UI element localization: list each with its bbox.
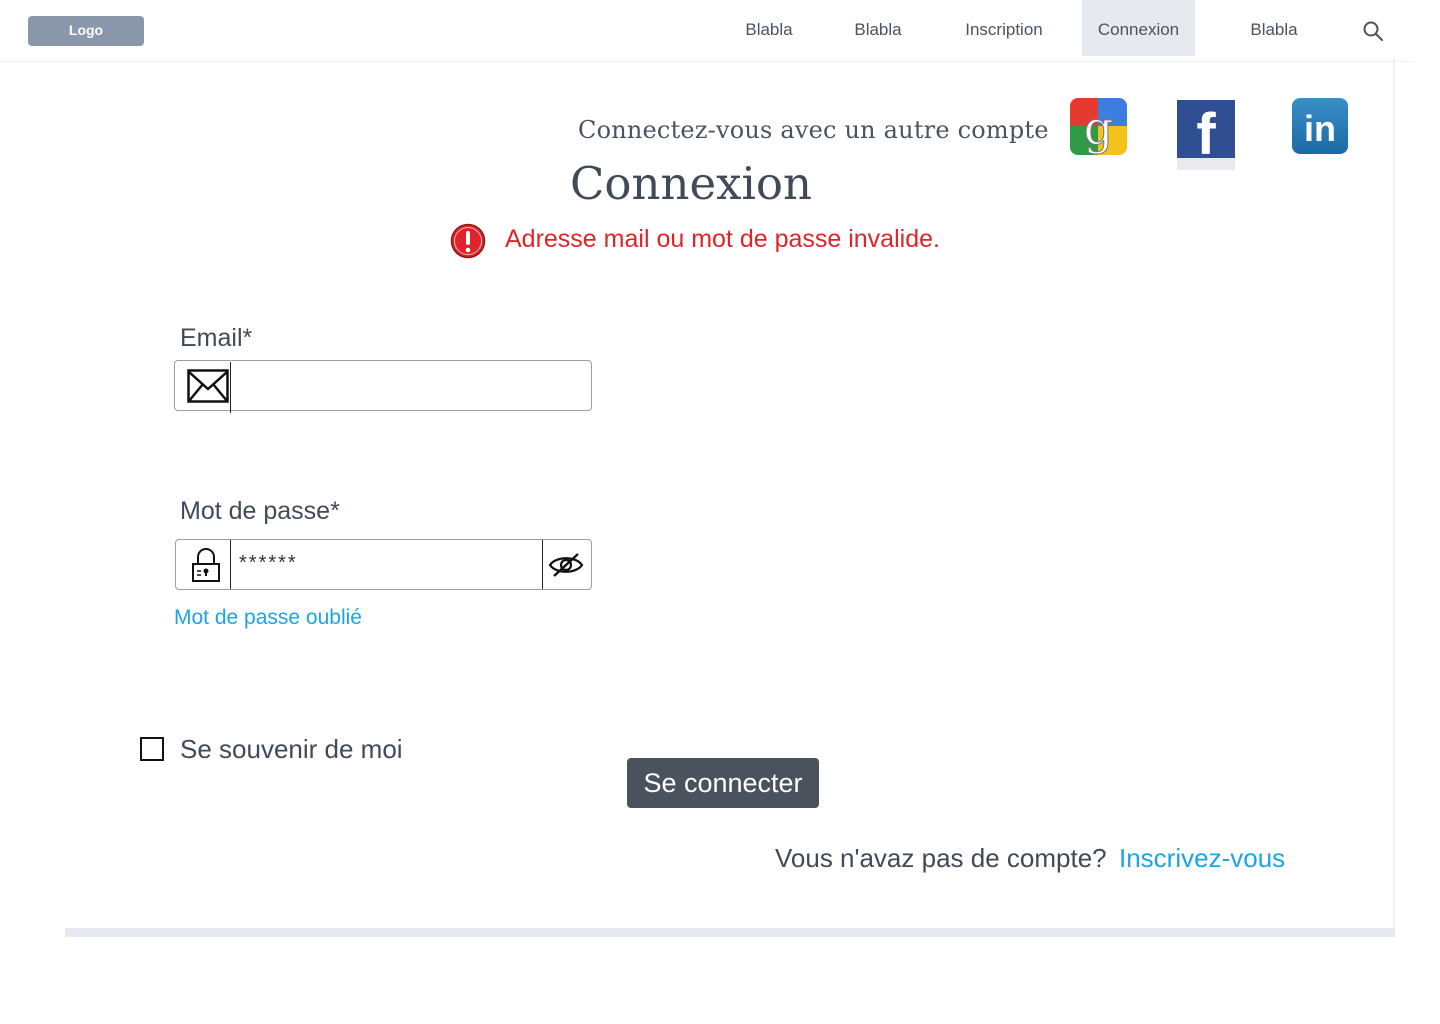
card-border-right xyxy=(1393,58,1395,934)
error-message: Adresse mail ou mot de passe invalide. xyxy=(505,225,940,253)
signup-link[interactable]: Inscrivez-vous xyxy=(1119,843,1285,874)
password-right-divider xyxy=(542,540,543,589)
nav-item-blabla-1[interactable]: Blabla xyxy=(733,0,805,56)
facebook-icon: f xyxy=(1177,100,1235,170)
card-border-bottom xyxy=(65,928,1395,937)
page-title: Connexion xyxy=(570,157,812,210)
no-account-text: Vous n'avaz pas de compte? xyxy=(775,843,1107,873)
nav-item-blabla-3[interactable]: Blabla xyxy=(1238,0,1310,56)
email-field[interactable] xyxy=(174,360,592,413)
nav-item-blabla-2[interactable]: Blabla xyxy=(842,0,914,56)
password-value: ****** xyxy=(239,552,298,574)
nav-item-inscription[interactable]: Inscription xyxy=(950,0,1058,56)
nav-item-connexion[interactable]: Connexion xyxy=(1082,0,1195,56)
error-icon xyxy=(450,223,486,259)
facebook-button[interactable]: f xyxy=(1177,100,1237,172)
email-text-cursor xyxy=(230,362,231,413)
linkedin-letters: in xyxy=(1304,108,1336,149)
password-left-divider xyxy=(230,540,231,589)
google-icon[interactable]: g xyxy=(1070,98,1127,155)
remember-me-label: Se souvenir de moi xyxy=(180,734,403,764)
social-login-prompt: Connectez-vous avec un autre compte xyxy=(578,116,1049,144)
envelope-icon xyxy=(187,369,229,403)
top-navigation: Logo Blabla Blabla Inscription Connexion… xyxy=(0,0,1440,62)
hide-password-icon[interactable] xyxy=(548,552,584,578)
facebook-letter: f xyxy=(1196,102,1216,167)
email-label: Email* xyxy=(180,324,253,352)
forgot-password-link[interactable]: Mot de passe oublié xyxy=(174,606,362,630)
lock-icon xyxy=(192,548,220,582)
search-icon[interactable] xyxy=(1361,19,1385,43)
login-button[interactable]: Se connecter xyxy=(627,758,819,808)
password-label: Mot de passe* xyxy=(180,497,340,525)
header-divider xyxy=(0,61,1414,62)
remember-me-checkbox[interactable] xyxy=(140,737,164,761)
password-field[interactable]: ****** xyxy=(175,539,592,590)
logo[interactable]: Logo xyxy=(28,16,144,46)
google-letter: g xyxy=(1084,101,1113,155)
linkedin-icon[interactable]: in xyxy=(1291,97,1349,155)
